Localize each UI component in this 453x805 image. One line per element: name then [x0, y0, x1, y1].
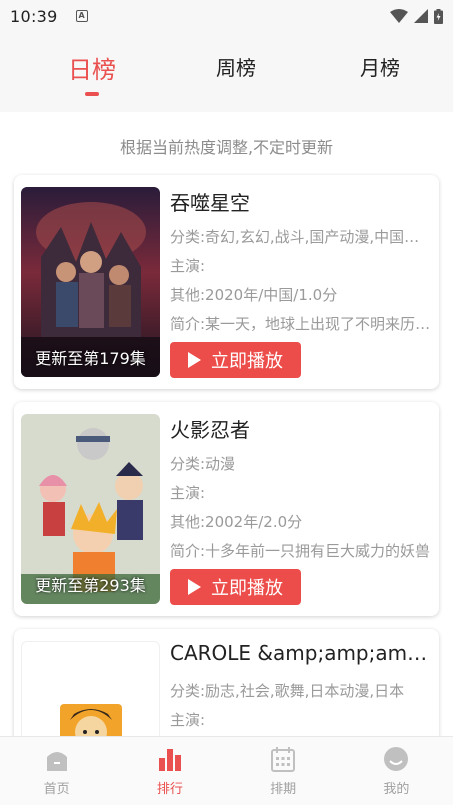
nav-label: 排期: [270, 782, 297, 797]
profile-icon: [384, 747, 409, 771]
item-category: 分类:动漫: [170, 455, 236, 473]
ranking-subtitle: 根据当前热度调整,不定时更新: [119, 138, 334, 157]
item-info: 火影忍者 分类:动漫 主演: 其他:2002年/2.0分 简介:十多年前一只拥有…: [170, 414, 434, 560]
status-time: 10:39: [10, 6, 58, 26]
item-cast: 主演:: [170, 711, 206, 729]
item-info: 吞噬星空 分类:奇幻,玄幻,战斗,国产动漫,中国动漫 主演: 其他:2020年/…: [170, 187, 434, 333]
nav-profile[interactable]: 我的: [340, 737, 453, 805]
bottom-nav: 首页 排行 排期 我的: [0, 736, 453, 805]
play-icon: [188, 579, 201, 595]
active-tab-indicator: [85, 92, 99, 96]
nav-home[interactable]: 首页: [0, 737, 113, 805]
nav-ranking[interactable]: 排行: [113, 737, 226, 805]
play-label: 立即播放: [211, 351, 283, 372]
list-item[interactable]: 更新至第179集 吞噬星空 分类:奇幻,玄幻,战斗,国产动漫,中国动漫 主演: …: [14, 175, 439, 389]
poster-image[interactable]: 更新至第179集: [21, 187, 160, 377]
item-info: CAROLE &amp;amp;amp; TUESDAY 分类:励志,社会,歌舞…: [170, 641, 434, 729]
play-icon: [188, 352, 201, 368]
item-category: 分类:奇幻,玄幻,战斗,国产动漫,中国动漫: [170, 228, 434, 246]
calendar-icon: [271, 747, 296, 772]
nav-schedule[interactable]: 排期: [227, 737, 340, 805]
ranking-tabs: 日榜 周榜 月榜: [0, 32, 453, 112]
item-intro: 简介:某一天，地球上出现了不明来历的生物: [170, 315, 434, 333]
update-badge: 更新至第179集: [35, 349, 146, 368]
status-bar: 10:39 A: [0, 0, 453, 32]
notification-a-icon: A: [75, 10, 88, 22]
item-title[interactable]: 吞噬星空: [170, 187, 434, 217]
signal-icon: [414, 9, 428, 23]
nav-label: 排行: [156, 782, 183, 797]
item-intro: 简介:十多年前一只拥有巨大威力的妖兽: [170, 542, 431, 560]
battery-icon: [434, 8, 443, 24]
nav-label: 首页: [43, 782, 70, 797]
home-icon: [46, 752, 67, 771]
item-category: 分类:励志,社会,歌舞,日本动漫,日本: [170, 682, 405, 700]
play-now-button[interactable]: 立即播放: [170, 569, 301, 605]
tab-weekly[interactable]: 周榜: [176, 52, 296, 81]
update-badge: 更新至第293集: [35, 576, 146, 595]
wifi-icon: [390, 9, 408, 23]
item-other: 其他:2002年/2.0分: [170, 513, 303, 531]
nav-label: 我的: [383, 782, 410, 797]
item-other: 其他:2020年/中国/1.0分: [170, 286, 338, 304]
play-now-button[interactable]: 立即播放: [170, 342, 301, 378]
item-cast: 主演:: [170, 257, 206, 275]
list-item[interactable]: 更新至第293集 火影忍者 分类:动漫 主演: 其他:2002年/2.0分 简介…: [14, 402, 439, 616]
tab-daily[interactable]: 日榜: [32, 50, 152, 85]
ranking-icon: [158, 749, 181, 771]
play-label: 立即播放: [211, 578, 283, 599]
item-title[interactable]: CAROLE &amp;amp;amp; TUESDAY: [170, 641, 434, 671]
status-indicators: [390, 8, 443, 24]
item-title[interactable]: 火影忍者: [170, 414, 434, 444]
tab-monthly[interactable]: 月榜: [320, 52, 440, 81]
poster-image[interactable]: 更新至第293集: [21, 414, 160, 604]
item-cast: 主演:: [170, 484, 206, 502]
